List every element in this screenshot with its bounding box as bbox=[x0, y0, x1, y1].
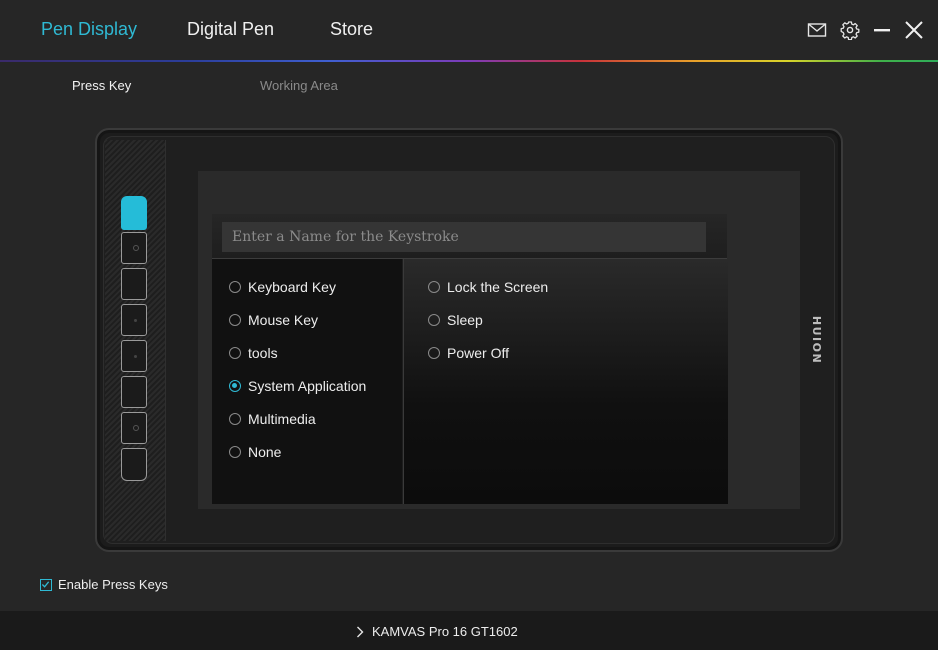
option-label: Mouse Key bbox=[248, 312, 319, 328]
checkbox-checked-icon[interactable] bbox=[40, 578, 52, 591]
option-power-off[interactable]: Power Off bbox=[428, 345, 509, 361]
option-label: Keyboard Key bbox=[248, 279, 336, 295]
option-label: Power Off bbox=[447, 345, 509, 361]
huion-logo: HUION bbox=[806, 312, 826, 368]
radio-icon[interactable] bbox=[229, 446, 241, 458]
gear-icon[interactable] bbox=[840, 20, 860, 40]
option-multimedia[interactable]: Multimedia bbox=[229, 411, 316, 427]
tab-pen-display[interactable]: Pen Display bbox=[41, 19, 137, 40]
press-key-8[interactable] bbox=[121, 448, 147, 481]
press-key-3[interactable] bbox=[121, 268, 147, 300]
option-label: None bbox=[248, 444, 282, 460]
press-key-marker bbox=[134, 319, 137, 322]
keystroke-name-bar bbox=[212, 214, 727, 259]
option-label: Sleep bbox=[447, 312, 483, 328]
press-key-marker bbox=[134, 355, 137, 358]
option-keyboard-key[interactable]: Keyboard Key bbox=[229, 279, 336, 295]
radio-icon[interactable] bbox=[229, 281, 241, 293]
brand-text: HUION bbox=[810, 316, 823, 364]
press-key-marker bbox=[133, 425, 139, 431]
option-label: Multimedia bbox=[248, 411, 316, 427]
radio-icon[interactable] bbox=[428, 347, 440, 359]
press-key-6[interactable] bbox=[121, 376, 147, 408]
keystroke-name-input[interactable] bbox=[222, 222, 706, 252]
top-bar: Pen Display Digital Pen Store bbox=[0, 0, 938, 60]
radio-icon[interactable] bbox=[229, 314, 241, 326]
tab-store[interactable]: Store bbox=[330, 19, 373, 40]
radio-icon[interactable] bbox=[428, 314, 440, 326]
radio-icon[interactable] bbox=[428, 281, 440, 293]
subtab-working-area[interactable]: Working Area bbox=[260, 78, 338, 93]
header-divider bbox=[0, 60, 938, 62]
press-key-2[interactable] bbox=[121, 232, 147, 264]
option-mouse-key[interactable]: Mouse Key bbox=[229, 312, 318, 328]
close-icon[interactable] bbox=[904, 20, 924, 40]
option-lock-the-screen[interactable]: Lock the Screen bbox=[428, 279, 548, 295]
press-key-4[interactable] bbox=[121, 304, 147, 336]
option-system-application[interactable]: System Application bbox=[229, 378, 366, 394]
option-label: tools bbox=[248, 345, 278, 361]
press-key-7[interactable] bbox=[121, 412, 147, 444]
subtab-press-key[interactable]: Press Key bbox=[72, 78, 131, 93]
radio-icon[interactable] bbox=[229, 347, 241, 359]
tab-digital-pen[interactable]: Digital Pen bbox=[187, 19, 274, 40]
option-label: Lock the Screen bbox=[447, 279, 549, 295]
option-sleep[interactable]: Sleep bbox=[428, 312, 483, 328]
radio-icon[interactable] bbox=[229, 413, 241, 425]
radio-selected-icon[interactable] bbox=[229, 380, 241, 392]
option-label: System Application bbox=[248, 378, 367, 394]
press-key-marker bbox=[133, 245, 139, 251]
keystroke-panel: Keyboard Key Mouse Key tools System Appl… bbox=[212, 214, 728, 504]
press-key-5[interactable] bbox=[121, 340, 147, 372]
enable-press-keys-checkbox[interactable]: Enable Press Keys bbox=[40, 577, 168, 592]
option-tools[interactable]: tools bbox=[229, 345, 278, 361]
chevron-right-icon bbox=[357, 626, 364, 637]
action-list bbox=[403, 259, 728, 504]
press-key-1[interactable] bbox=[121, 196, 147, 230]
option-none[interactable]: None bbox=[229, 444, 281, 460]
device-selector[interactable]: KAMVAS Pro 16 GT1602 bbox=[356, 624, 518, 639]
minimize-icon[interactable] bbox=[872, 20, 892, 40]
mail-icon[interactable] bbox=[807, 20, 827, 40]
enable-press-keys-label: Enable Press Keys bbox=[58, 577, 168, 592]
device-name: KAMVAS Pro 16 GT1602 bbox=[372, 624, 518, 639]
